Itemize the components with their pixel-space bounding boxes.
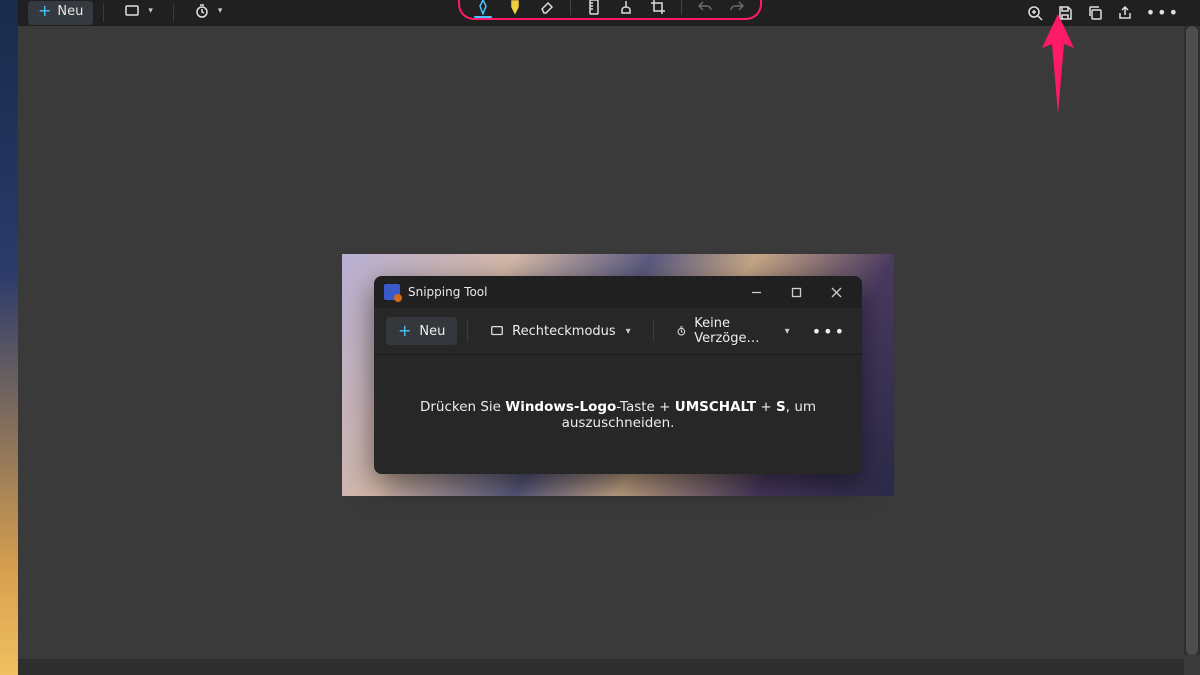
rectangle-mode-icon [490,324,504,338]
inner-hint-area: Drücken Sie Windows-Logo-Taste + UMSCHAL… [374,354,862,474]
new-snip-button[interactable]: + Neu [28,1,93,25]
delay-dropdown[interactable]: ▾ [184,1,233,25]
annotation-tools-highlight [458,0,762,20]
toolbar-left-group: + Neu ▾ ▾ [18,0,232,26]
undo-button[interactable] [696,0,714,16]
inner-mode-label: Rechteckmodus [512,324,616,339]
hint-text: -Taste + [616,399,674,415]
maximize-button[interactable] [776,276,816,308]
undo-icon [697,0,713,15]
ruler-tool-button[interactable] [585,0,603,16]
hint-text: Drücken Sie [420,399,505,415]
snip-editor-window: + Neu ▾ ▾ [18,0,1200,675]
separator [173,4,174,22]
inner-new-label: Neu [419,324,445,339]
rectangle-mode-icon [124,3,140,19]
redo-icon [729,0,745,15]
chevron-down-icon: ▾ [626,326,631,337]
inner-delay-dropdown[interactable]: Keine Verzöge… ▾ [664,310,802,352]
save-icon [1057,5,1073,21]
copy-icon [1087,5,1103,21]
inner-more-button[interactable]: ••• [812,322,850,341]
separator [681,0,682,15]
crop-icon [650,0,666,15]
editor-toolbar: + Neu ▾ ▾ [18,0,1200,26]
crop-tool-button[interactable] [649,0,667,16]
touch-writing-icon [618,0,634,15]
window-control-group [736,276,856,308]
maximize-icon [791,287,802,298]
more-options-button[interactable]: ••• [1146,3,1180,24]
hint-key: S [776,399,786,415]
zoom-icon [1027,5,1043,21]
active-indicator [474,16,492,18]
toolbar-right-group: ••• [1026,0,1200,26]
pen-icon [475,0,491,15]
inner-mode-dropdown[interactable]: Rechteckmodus ▾ [478,318,643,345]
timer-icon [194,3,210,19]
inner-titlebar: Snipping Tool [374,276,862,308]
separator [467,320,468,342]
hint-text: + [756,399,776,415]
ruler-icon [586,0,602,15]
red-arrow-annotation [1038,14,1078,114]
inner-snipping-tool-window: Snipping Tool + Neu Rechteckmodus ▾ [374,276,862,474]
minimize-icon [751,287,762,298]
chevron-down-icon: ▾ [785,326,790,337]
inner-new-button[interactable]: + Neu [386,317,457,345]
vertical-scrollbar[interactable] [1184,26,1200,655]
touch-writing-button[interactable] [617,0,635,16]
eraser-tool-button[interactable] [538,0,556,16]
highlighter-tool-button[interactable] [506,0,524,16]
desktop-background-sliver [0,0,18,675]
plus-icon: + [398,323,411,339]
plus-icon: + [38,3,51,19]
hint-key: UMSCHALT [675,399,756,415]
separator [103,4,104,22]
save-button[interactable] [1056,4,1074,22]
copy-button[interactable] [1086,4,1104,22]
snip-mode-dropdown[interactable]: ▾ [114,1,163,25]
chevron-down-icon: ▾ [148,6,153,16]
horizontal-scrollbar[interactable] [18,659,1184,675]
highlighter-icon [507,0,523,15]
inner-delay-label: Keine Verzöge… [694,316,774,346]
snipping-tool-app-icon [384,284,400,300]
redo-button[interactable] [728,0,746,16]
share-button[interactable] [1116,4,1134,22]
keyboard-shortcut-hint: Drücken Sie Windows-Logo-Taste + UMSCHAL… [398,399,838,431]
chevron-down-icon: ▾ [218,6,223,16]
separator [653,320,654,342]
pen-tool-button[interactable] [474,0,492,16]
close-button[interactable] [816,276,856,308]
scrollbar-thumb[interactable] [1186,26,1198,655]
inner-window-title: Snipping Tool [408,285,487,299]
zoom-button[interactable] [1026,4,1044,22]
separator [570,0,571,15]
inner-toolbar: + Neu Rechteckmodus ▾ Keine Verzöge… ▾ •… [374,308,862,354]
minimize-button[interactable] [736,276,776,308]
share-icon [1117,5,1133,21]
captured-screenshot: Snipping Tool + Neu Rechteckmodus ▾ [342,254,894,496]
hint-key: Windows-Logo [505,399,616,415]
new-button-label: Neu [57,4,83,19]
eraser-icon [539,0,555,15]
timer-icon [676,324,687,338]
close-icon [831,287,842,298]
